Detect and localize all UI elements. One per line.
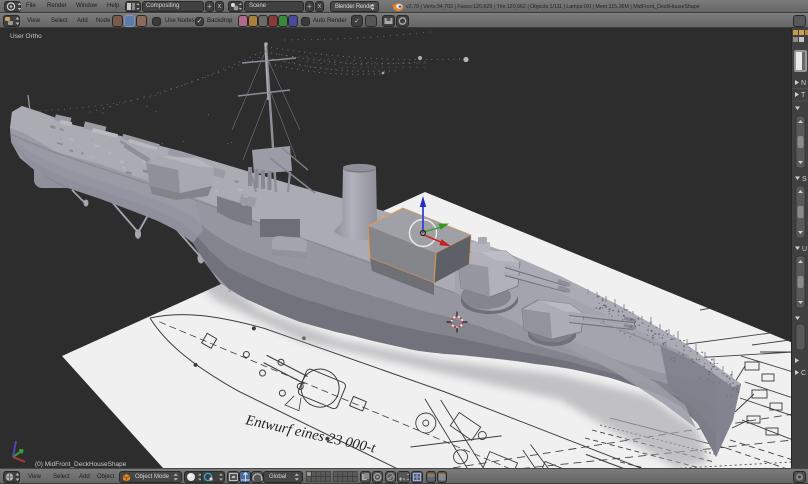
svg-text:C: C — [801, 370, 806, 377]
svg-text:N: N — [801, 80, 806, 87]
svg-text:U: U — [802, 246, 807, 253]
svg-text:S: S — [802, 176, 807, 183]
svg-text:T: T — [801, 92, 806, 99]
svg-text:(0) MidFront_DeckHouseShape: (0) MidFront_DeckHouseShape — [35, 461, 127, 468]
svg-text:User Ortho: User Ortho — [10, 33, 42, 40]
